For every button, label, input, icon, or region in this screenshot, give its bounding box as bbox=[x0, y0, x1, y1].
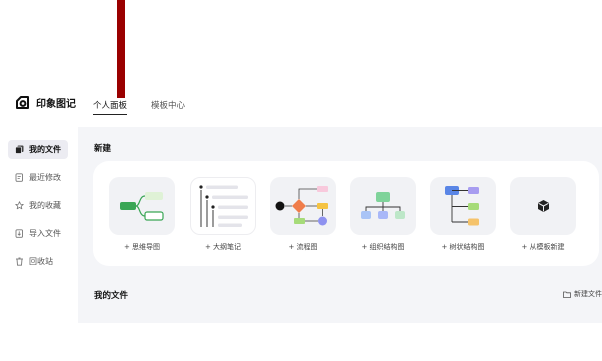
create-card-org-chart[interactable]: + 组织结构图 bbox=[350, 177, 416, 252]
create-card-label: + 流程图 bbox=[288, 243, 318, 251]
sidebar-item-label: 最近修改 bbox=[29, 173, 61, 182]
tab-personal-panel[interactable]: 个人面板 bbox=[93, 99, 128, 115]
sidebar-item-favorites[interactable]: 我的收藏 bbox=[8, 196, 68, 215]
section-title-new: 新建 bbox=[94, 144, 112, 154]
sidebar-item-label: 我的收藏 bbox=[29, 201, 61, 210]
outline-icon bbox=[199, 185, 248, 227]
flowchart-icon bbox=[275, 186, 328, 226]
main-content: 新建 + 思维导图 + 大纲笔记 + 流程图 + 组织结构图 + 树状结构图 +… bbox=[78, 127, 602, 323]
create-card-tree-chart[interactable]: + 树状结构图 bbox=[430, 177, 496, 252]
sidebar-item-trash[interactable]: 回收站 bbox=[8, 252, 68, 271]
sidebar-item-label: 回收站 bbox=[29, 257, 53, 266]
sidebar-item-my-files[interactable]: 我的文件 bbox=[8, 140, 68, 159]
new-folder-icon bbox=[563, 291, 571, 298]
import-icon bbox=[15, 229, 23, 238]
create-card-tile[interactable] bbox=[430, 177, 496, 235]
trash-icon bbox=[16, 257, 23, 266]
create-card-flowchart[interactable]: + 流程图 bbox=[270, 177, 336, 252]
app-name: 印象图记 bbox=[36, 99, 76, 110]
sidebar-item-label: 导入文件 bbox=[29, 229, 61, 238]
mindmap-icon bbox=[120, 192, 164, 221]
star-icon bbox=[15, 201, 24, 210]
tab-template-center[interactable]: 模板中心 bbox=[151, 99, 185, 111]
red-marker-bar bbox=[117, 0, 125, 98]
create-card-tile[interactable] bbox=[109, 177, 175, 235]
create-card-outline[interactable]: + 大纲笔记 bbox=[190, 177, 256, 252]
cube-icon bbox=[537, 200, 549, 212]
sidebar-item-label: 我的文件 bbox=[29, 145, 61, 154]
sidebar-item-import[interactable]: 导入文件 bbox=[8, 224, 68, 243]
create-card-from-template[interactable]: + 从模板新建 bbox=[510, 177, 576, 252]
sidebar: 我的文件 最近修改 我的收藏 导入文件 回收站 bbox=[0, 127, 78, 361]
file-icon bbox=[15, 145, 24, 154]
create-panel: + 思维导图 + 大纲笔记 + 流程图 + 组织结构图 + 树状结构图 + 从模… bbox=[93, 161, 599, 266]
sidebar-item-recent[interactable]: 最近修改 bbox=[8, 168, 68, 187]
create-card-label: + 组织结构图 bbox=[361, 243, 405, 251]
create-card-label: + 从模板新建 bbox=[521, 243, 565, 251]
create-card-tile[interactable] bbox=[510, 177, 576, 235]
new-file-label: 新建文件 bbox=[574, 290, 602, 298]
new-file-button[interactable]: 新建文件 bbox=[563, 289, 602, 299]
create-card-label: + 大纲笔记 bbox=[204, 243, 242, 251]
create-card-label: + 树状结构图 bbox=[441, 243, 485, 251]
tree-chart-icon bbox=[445, 186, 479, 226]
recent-edit-icon bbox=[15, 173, 23, 182]
app-logo[interactable]: 印象图记 bbox=[15, 95, 76, 110]
create-card-tile[interactable] bbox=[270, 177, 336, 235]
section-title-my-files: 我的文件 bbox=[94, 291, 129, 301]
create-card-tile[interactable] bbox=[190, 177, 256, 235]
create-card-tile[interactable] bbox=[350, 177, 416, 235]
org-chart-icon bbox=[361, 192, 405, 219]
create-card-label: + 思维导图 bbox=[123, 243, 161, 251]
create-card-mindmap[interactable]: + 思维导图 bbox=[109, 177, 175, 252]
logo-icon bbox=[16, 96, 29, 109]
